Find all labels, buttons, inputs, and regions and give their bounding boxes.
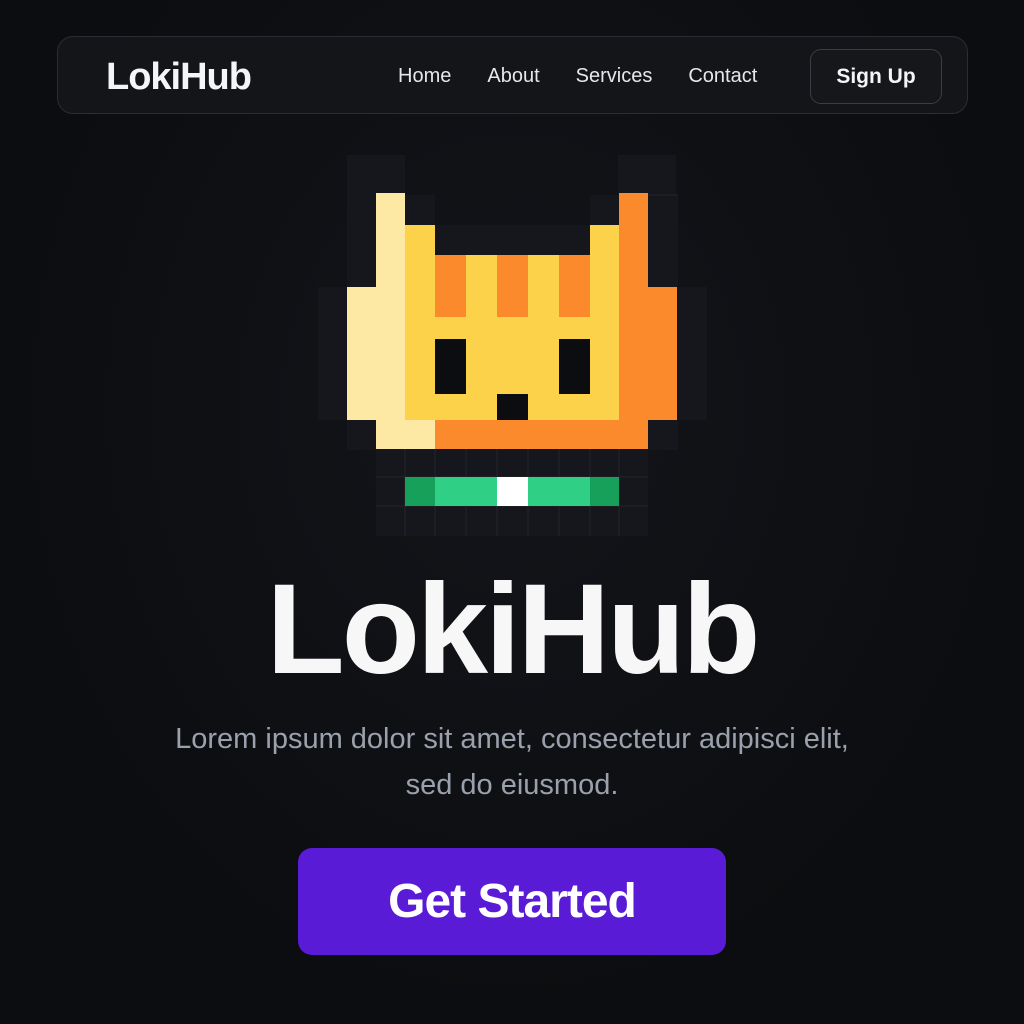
- hero-subtitle: Lorem ipsum dolor sit amet, consectetur …: [175, 723, 849, 801]
- hero-title: LokiHub: [266, 558, 761, 701]
- pixel-cat-icon: [0, 0, 1024, 560]
- landing-page: LokiHub Home About Services Contact Sign…: [0, 0, 1024, 1024]
- get-started-button[interactable]: Get Started: [298, 848, 726, 955]
- pixel-cat-graphic: [318, 155, 707, 536]
